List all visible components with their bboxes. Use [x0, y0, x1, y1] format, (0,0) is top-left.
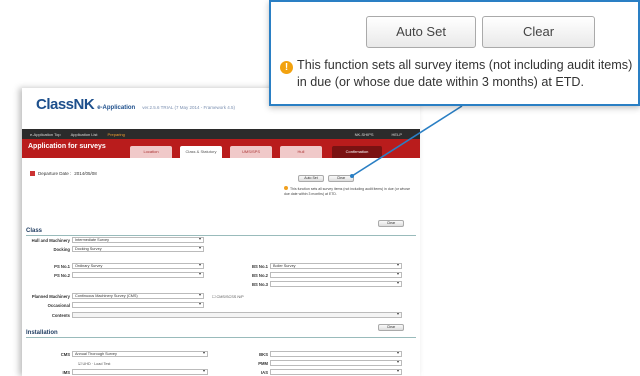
auto-set-info: ! This function sets all survey items (no…: [280, 57, 635, 91]
auto-set-button[interactable]: Auto Set: [366, 16, 476, 48]
warning-icon: !: [280, 61, 293, 74]
info-line-1: This function sets all survey items (not…: [297, 58, 633, 72]
info-line-2: in due (or whose due date within 3 month…: [297, 75, 585, 89]
zoom-callout: Auto Set Clear ! This function sets all s…: [269, 0, 640, 106]
clear-button[interactable]: Clear: [482, 16, 595, 48]
